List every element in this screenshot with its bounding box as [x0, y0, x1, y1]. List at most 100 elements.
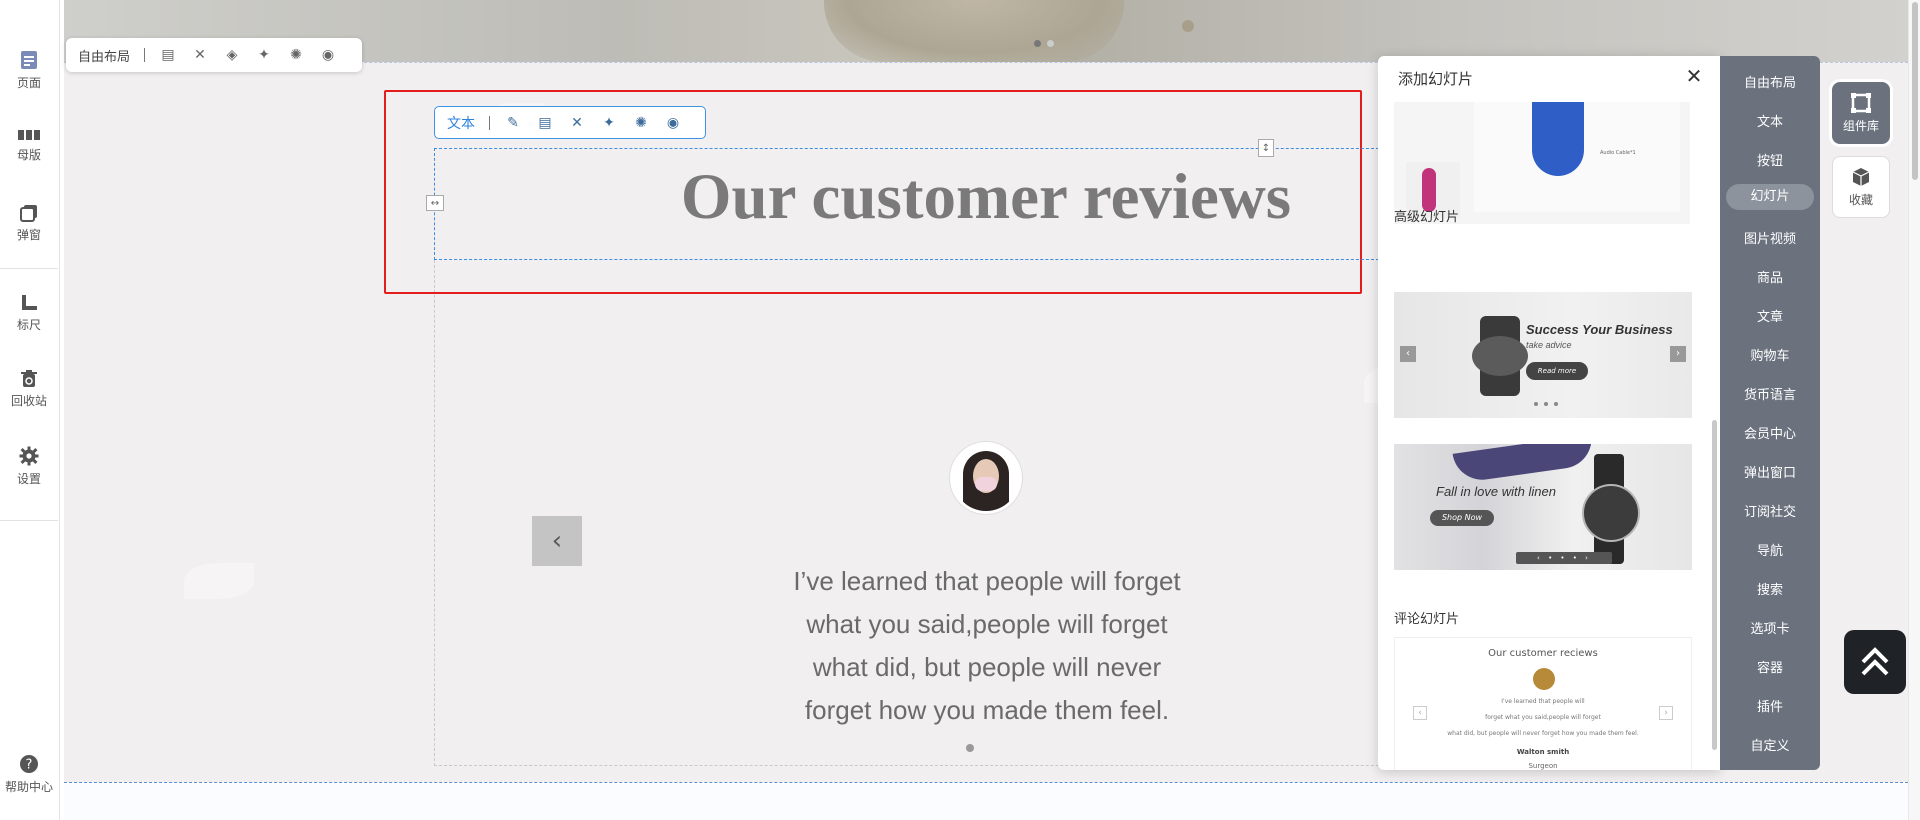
- sidebar-item-label: 帮助中心: [4, 780, 53, 794]
- thumb-name: Walton smith: [1516, 748, 1570, 756]
- page-scrollbar[interactable]: [1908, 0, 1920, 820]
- sidebar-item-recycle-bin[interactable]: 回收站: [0, 370, 58, 409]
- category-button[interactable]: 按钮: [1720, 150, 1820, 169]
- sidebar-item-label: 弹窗: [16, 228, 41, 242]
- thumb-caption: Audio Cable*1: [1600, 150, 1636, 156]
- sidebar-item-popup[interactable]: 弹窗: [0, 204, 58, 243]
- chevron-left-icon: ‹: [1413, 706, 1427, 720]
- thumb-text: I've learned that people will: [1501, 698, 1585, 705]
- category-subscribe-social[interactable]: 订阅社交: [1720, 501, 1820, 520]
- category-custom[interactable]: 自定义: [1720, 735, 1820, 754]
- free-layout-label[interactable]: 自由布局: [78, 46, 130, 65]
- chevron-left-icon: ‹: [551, 526, 563, 556]
- category-container[interactable]: 容器: [1720, 657, 1820, 676]
- thumb-button: Shop Now: [1430, 510, 1494, 526]
- text-element-box[interactable]: [434, 148, 1394, 260]
- review-slideshow-thumb[interactable]: Our customer reciews I've learned that p…: [1394, 637, 1692, 770]
- component-category-rail: 自由布局 文本 按钮 幻灯片 图片视频 商品 文章 购物车 货币语言 会员中心 …: [1720, 56, 1820, 770]
- popup-icon: [20, 205, 37, 222]
- help-icon: ?: [20, 755, 38, 773]
- component-library-icon: [1851, 92, 1871, 113]
- resize-vertical-handle[interactable]: ↕: [1258, 139, 1274, 157]
- panel-scrollbar[interactable]: [1712, 420, 1717, 750]
- advanced-slideshow-thumb-1[interactable]: Success Your Business take advice Read m…: [1394, 292, 1692, 418]
- next-section[interactable]: [64, 784, 1908, 820]
- category-article[interactable]: 文章: [1720, 306, 1820, 325]
- back-to-top-button[interactable]: [1844, 630, 1906, 694]
- text-type-label[interactable]: 文本: [447, 113, 475, 133]
- sidebar-item-label: 母版: [16, 148, 41, 162]
- category-product[interactable]: 商品: [1720, 267, 1820, 286]
- section-boundary: [64, 782, 1908, 783]
- free-layout-toolbar: 自由布局 ▤ ✕ ◈ ✦ ✺ ◉: [66, 38, 362, 72]
- slider-pagination-dot[interactable]: [966, 744, 974, 752]
- sidebar-item-ruler[interactable]: 标尺: [0, 294, 58, 333]
- sidebar-divider: [0, 268, 58, 269]
- thumb-job: Surgeon: [1528, 762, 1558, 770]
- resize-horizontal-handle[interactable]: ↔: [426, 195, 444, 211]
- sidebar-item-master[interactable]: 母版: [0, 128, 58, 163]
- gear-icon: [19, 446, 39, 466]
- category-image-video[interactable]: 图片视频: [1720, 228, 1820, 247]
- eye-icon[interactable]: ◉: [319, 46, 337, 64]
- thumb-text: forget what you said,people will forget: [1485, 714, 1601, 721]
- layers-icon[interactable]: ◈: [223, 46, 241, 64]
- toolbar-separator: [489, 115, 490, 130]
- magic-wand-icon[interactable]: ✦: [600, 114, 618, 132]
- category-slideshow[interactable]: 幻灯片: [1726, 184, 1814, 210]
- review-quote: I’ve learned that people will forget wha…: [793, 566, 1181, 725]
- sidebar-item-label: 页面: [16, 76, 41, 90]
- component-library-button[interactable]: 组件库: [1832, 82, 1890, 144]
- sidebar-item-label: 设置: [16, 472, 41, 486]
- thumb-button: Read more: [1526, 362, 1588, 380]
- sidebar-item-pages[interactable]: 页面: [0, 50, 58, 91]
- left-sidebar: 页面 母版 弹窗 标尺 回收站 设置 ? 帮助中心: [0, 0, 60, 820]
- pencil-icon[interactable]: ✎: [504, 114, 522, 132]
- page-icon: [21, 51, 37, 69]
- sidebar-item-label: 回收站: [10, 394, 47, 408]
- chevron-left-icon: ‹: [1400, 346, 1416, 362]
- thumb-pagination: [1534, 402, 1558, 406]
- panel-title: 添加幻灯片: [1398, 70, 1474, 88]
- chevron-right-icon: ›: [1670, 346, 1686, 362]
- thumb-title: Our customer reciews: [1488, 648, 1598, 659]
- advanced-slideshow-thumb-2[interactable]: Fall in love with linen Shop Now ‹ • • •…: [1394, 444, 1692, 570]
- edit-module-icon[interactable]: ▤: [159, 46, 177, 64]
- sidebar-item-help[interactable]: ? 帮助中心: [0, 754, 58, 795]
- thumb-avatar: [1533, 668, 1555, 690]
- category-cart[interactable]: 购物车: [1720, 345, 1820, 364]
- category-free-layout[interactable]: 自由布局: [1720, 72, 1820, 91]
- scrollbar-thumb[interactable]: [1912, 2, 1918, 180]
- settings-icon[interactable]: ✺: [287, 46, 305, 64]
- sidebar-item-settings[interactable]: 设置: [0, 446, 58, 487]
- slider-prev-button[interactable]: ‹: [532, 516, 582, 566]
- thumb-text: what did, but people will never forget h…: [1447, 730, 1639, 737]
- category-popup-window[interactable]: 弹出窗口: [1720, 462, 1820, 481]
- magic-wand-icon[interactable]: ✦: [255, 46, 273, 64]
- category-member-center[interactable]: 会员中心: [1720, 423, 1820, 442]
- category-plugin[interactable]: 插件: [1720, 696, 1820, 715]
- tools-icon[interactable]: ✕: [568, 114, 586, 132]
- favorites-button[interactable]: 收藏: [1832, 156, 1890, 218]
- category-text[interactable]: 文本: [1720, 111, 1820, 130]
- settings-icon[interactable]: ✺: [632, 114, 650, 132]
- cube-icon: [1852, 167, 1870, 186]
- category-navigation[interactable]: 导航: [1720, 540, 1820, 559]
- sidebar-divider: [0, 520, 58, 521]
- double-chevron-up-icon: [1861, 647, 1889, 676]
- category-tabs[interactable]: 选项卡: [1720, 618, 1820, 637]
- category-currency-language[interactable]: 货币语言: [1720, 384, 1820, 403]
- component-library-label: 组件库: [1842, 118, 1879, 133]
- text-element-toolbar: 文本 ✎ ▤ ✕ ✦ ✺ ◉: [434, 106, 706, 139]
- eye-icon[interactable]: ◉: [664, 114, 682, 132]
- toolbar-separator: [144, 48, 146, 62]
- ruler-icon: [22, 295, 37, 310]
- category-search[interactable]: 搜索: [1720, 579, 1820, 598]
- hero-pagination[interactable]: [1034, 40, 1054, 47]
- close-icon[interactable]: ✕: [1684, 66, 1704, 86]
- edit-module-icon[interactable]: ▤: [536, 114, 554, 132]
- advanced-slideshow-label: 高级幻灯片: [1394, 210, 1460, 225]
- tools-icon[interactable]: ✕: [191, 46, 209, 64]
- master-icon: [18, 130, 40, 140]
- recycle-bin-icon: [21, 370, 37, 387]
